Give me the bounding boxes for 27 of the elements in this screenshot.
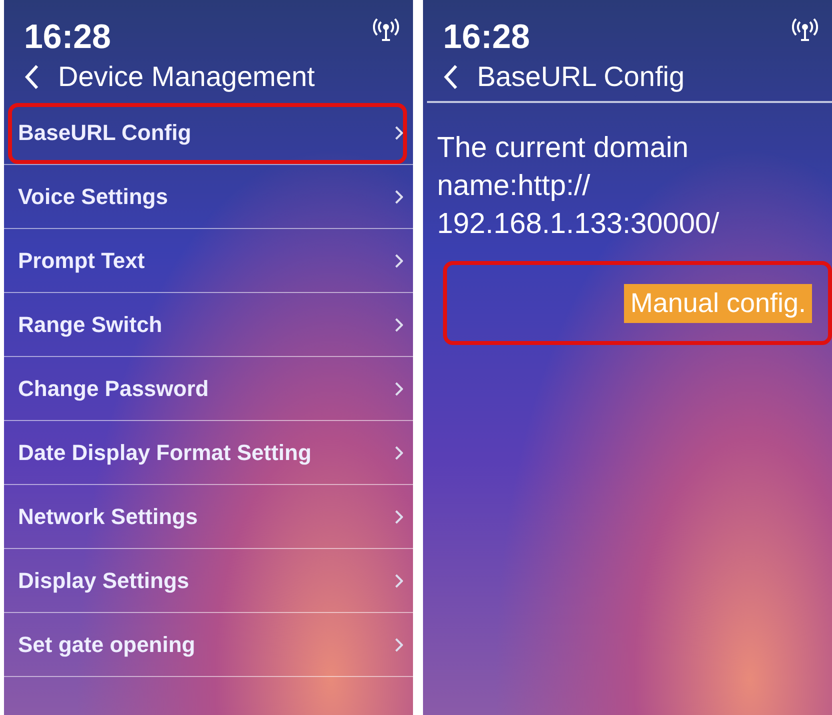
chevron-icon — [395, 638, 403, 652]
chevron-icon — [395, 446, 403, 460]
menu-item[interactable]: Prompt Text — [4, 229, 413, 293]
domain-message: The current domain name:http:// 192.168.1.133:30000/ — [437, 131, 720, 242]
screen-title: BaseURL Config — [477, 61, 685, 93]
chevron-icon — [395, 382, 403, 396]
clock-time: 16:28 — [443, 18, 530, 57]
menu-item[interactable]: BaseURL Config — [4, 101, 413, 165]
chevron-icon — [395, 254, 403, 268]
signal-icon — [373, 18, 399, 42]
signal-icon — [792, 18, 818, 42]
chevron-icon — [395, 510, 403, 524]
menu-item[interactable]: Voice Settings — [4, 165, 413, 229]
clock-time: 16:28 — [24, 18, 111, 57]
back-icon[interactable] — [443, 64, 459, 90]
chevron-icon — [395, 318, 403, 332]
back-icon[interactable] — [24, 64, 40, 90]
chevron-icon — [395, 574, 403, 588]
menu-item[interactable]: Change Password — [4, 357, 413, 421]
menu-item[interactable]: Range Switch — [4, 293, 413, 357]
screen-title: Device Management — [58, 61, 315, 93]
chevron-icon — [395, 126, 403, 140]
menu-item[interactable]: Set gate opening — [4, 613, 413, 677]
menu-item[interactable]: Display Settings — [4, 549, 413, 613]
chevron-icon — [395, 190, 403, 204]
menu-item[interactable]: Network Settings — [4, 485, 413, 549]
menu-item[interactable]: Date Display Format Setting — [4, 421, 413, 485]
